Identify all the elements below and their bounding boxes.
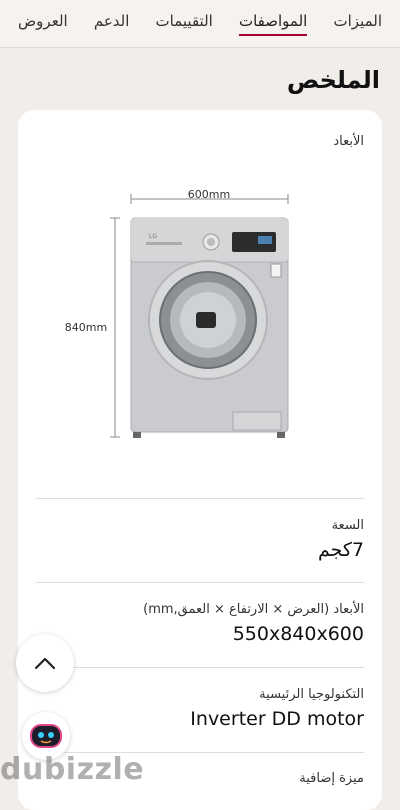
dimensions-section-label: الأبعاد (333, 134, 364, 149)
spec-dimensions-label: الأبعاد (العرض × الارتفاع × العمق,mm) (143, 602, 364, 617)
spec-capacity-label: السعة (331, 518, 364, 533)
spec-dimensions-value: 550x840x600 (232, 623, 364, 645)
tab-features[interactable]: الميزات (333, 0, 382, 36)
divider (36, 667, 364, 668)
divider (36, 582, 364, 583)
chatbot-icon (30, 724, 62, 748)
tab-specifications[interactable]: المواصفات (238, 0, 308, 36)
tab-bar: الميزات المواصفات التقييمات الدعم العروض (0, 0, 400, 48)
dubizzle-watermark: dubizzle (0, 752, 145, 787)
width-dimension-label: 600mm (188, 188, 230, 201)
height-dimension-label: 840mm (65, 321, 107, 334)
tab-support[interactable]: الدعم (94, 0, 130, 36)
tab-offers[interactable]: العروض (18, 0, 68, 36)
page-title: الملخص (286, 66, 380, 94)
washing-machine-dimension-diagram: 600mm 840mm LG (65, 188, 289, 438)
spec-capacity: السعة 7كجم (36, 518, 364, 561)
svg-text:LG: LG (149, 233, 157, 240)
washing-machine-illustration: LG (130, 217, 289, 438)
chevron-up-icon (34, 657, 56, 670)
divider (36, 498, 364, 499)
scroll-to-top-button[interactable] (16, 634, 74, 692)
spec-technology-value: Inverter DD motor (190, 708, 364, 730)
spec-technology: التكنولوجيا الرئيسية Inverter DD motor (36, 687, 364, 730)
spec-technology-label: التكنولوجيا الرئيسية (259, 687, 364, 702)
spec-dimensions: الأبعاد (العرض × الارتفاع × العمق,mm) 55… (36, 602, 364, 645)
spec-capacity-value: 7كجم (317, 539, 364, 561)
summary-card: الأبعاد 600mm 840mm LG السعة 7كجم الأبعا… (18, 110, 382, 810)
tab-reviews[interactable]: التقييمات (156, 0, 213, 36)
